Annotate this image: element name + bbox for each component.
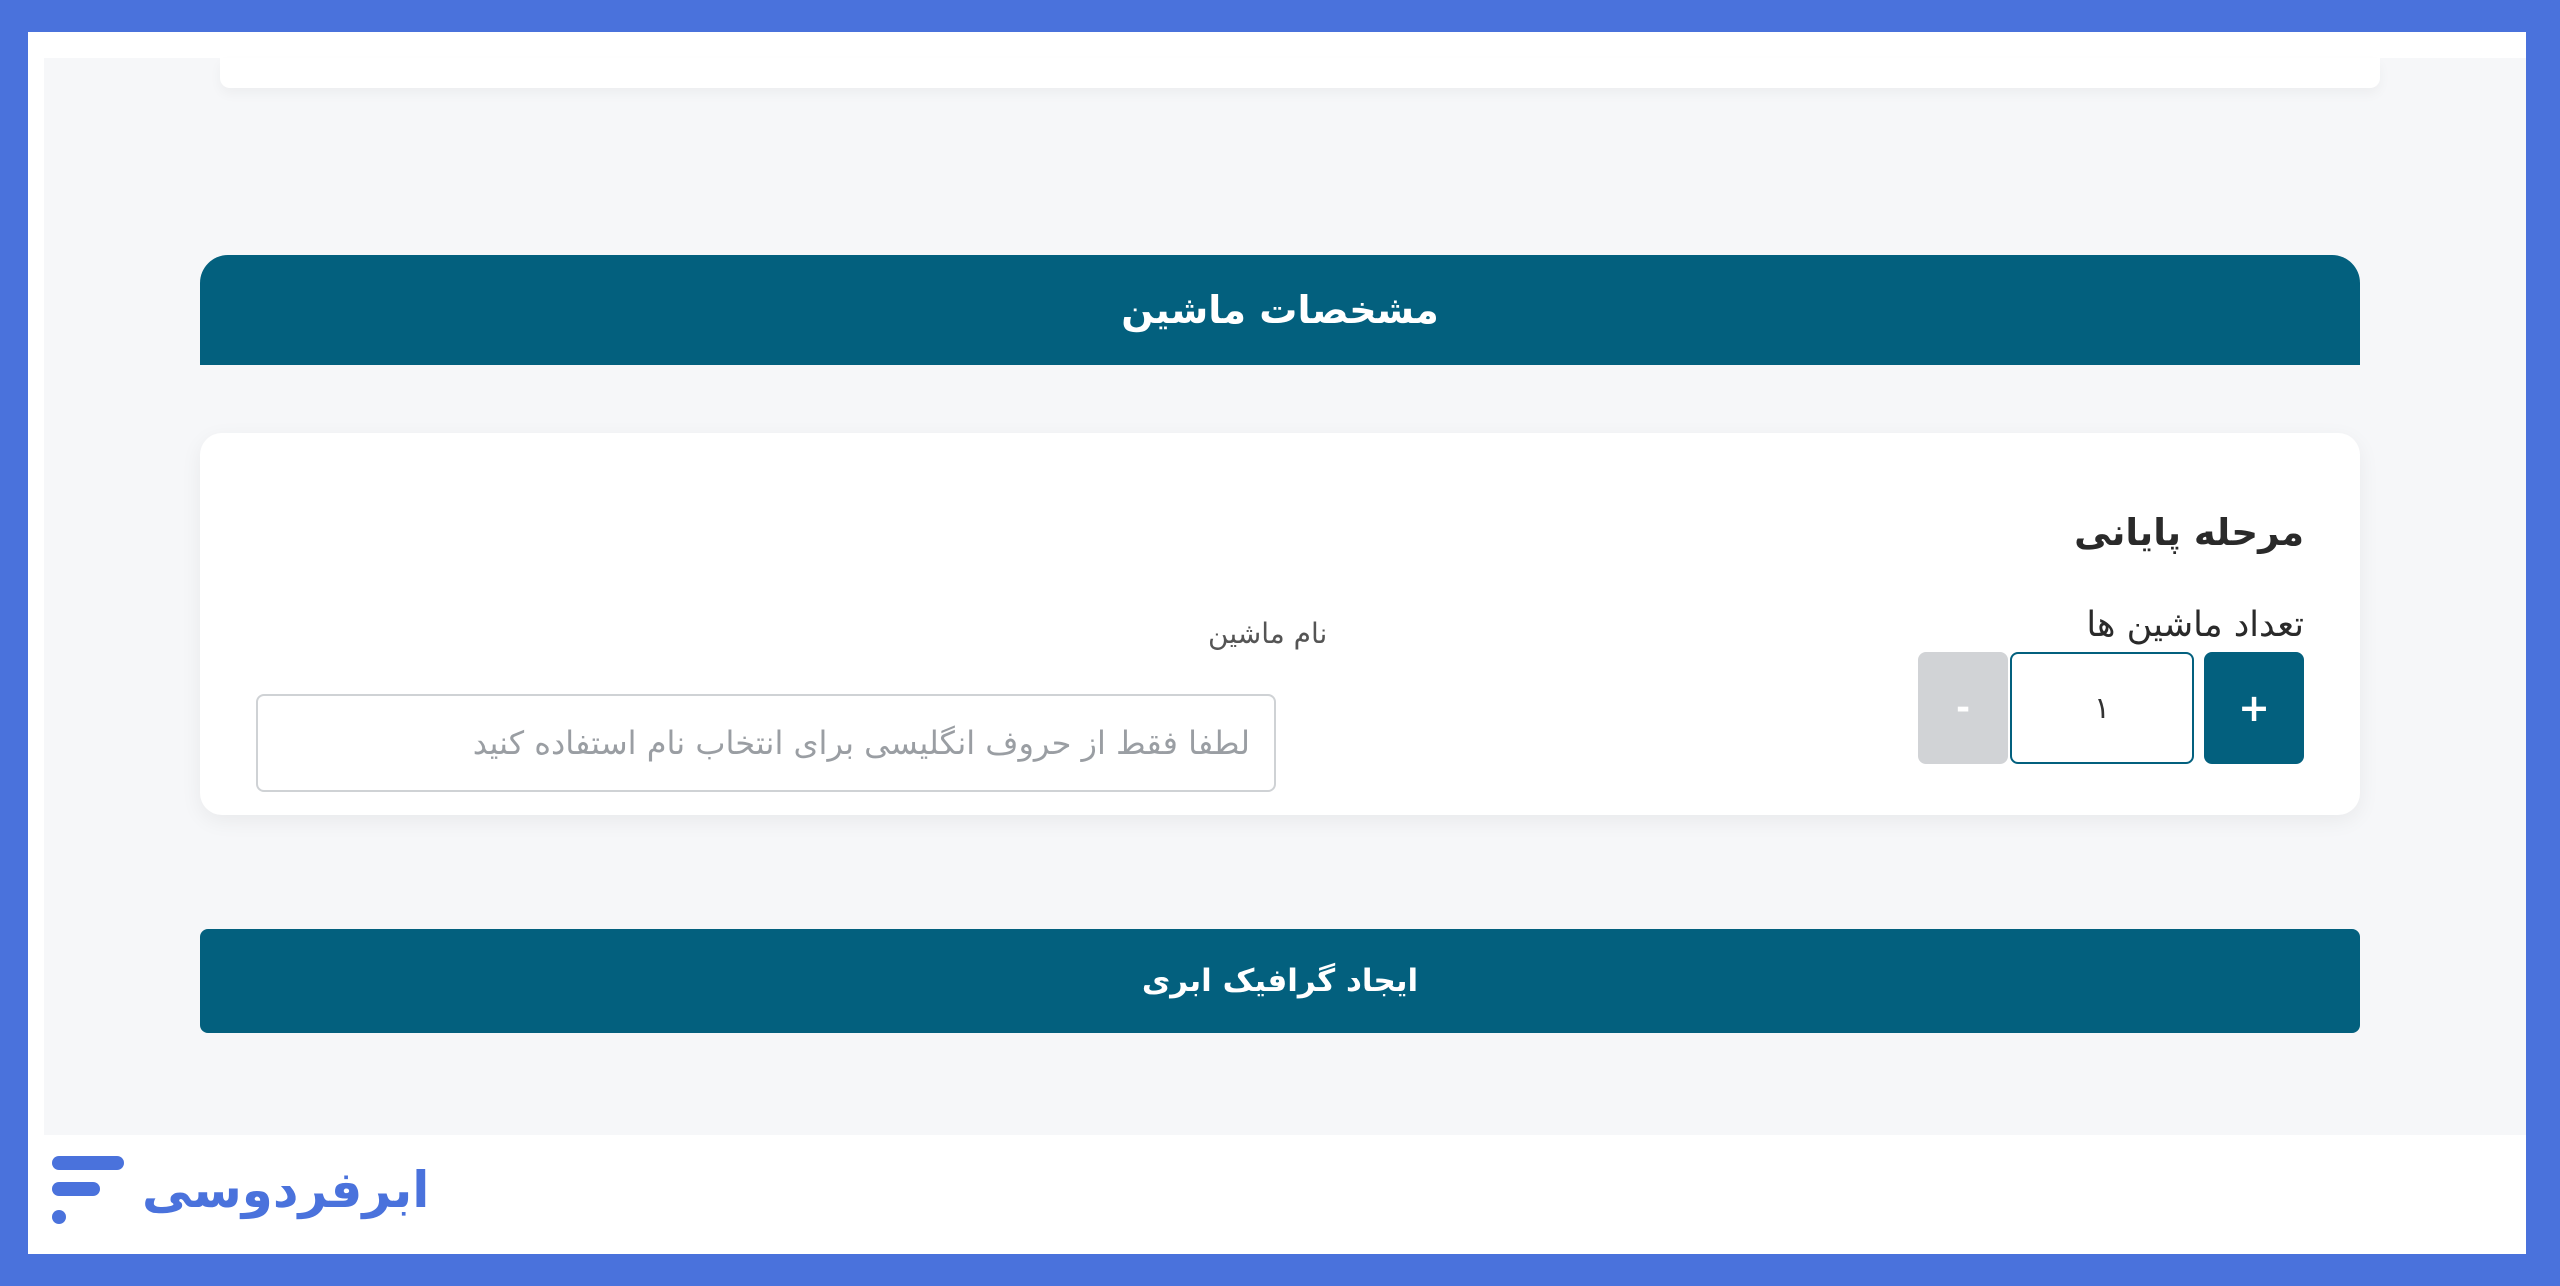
machine-count-label: تعداد ماشین ها	[2086, 605, 2304, 645]
machine-name-input[interactable]	[256, 694, 1276, 792]
section-title: مشخصات ماشین	[1121, 288, 1439, 332]
create-cloud-graphic-button[interactable]: ایجاد گرافیک ابری	[200, 929, 2360, 1033]
inner-panel: مشخصات ماشین مرحله پایانی تعداد ماشین ها…	[28, 32, 2526, 1254]
increment-button[interactable]: +	[2204, 652, 2304, 764]
logo-icon	[50, 1150, 128, 1230]
step-title: مرحله پایانی	[2074, 511, 2304, 554]
form-card: مرحله پایانی تعداد ماشین ها + - نام ماشی…	[200, 433, 2360, 815]
top-card-edge	[220, 58, 2380, 88]
create-button-label: ایجاد گرافیک ابری	[1141, 963, 1419, 999]
page-frame: مشخصات ماشین مرحله پایانی تعداد ماشین ها…	[0, 0, 2560, 1286]
decrement-button[interactable]: -	[1918, 652, 2008, 764]
brand-logo: ابرفردوسی	[50, 1145, 429, 1235]
main-content: مشخصات ماشین مرحله پایانی تعداد ماشین ها…	[44, 58, 2526, 1135]
machine-count-input[interactable]	[2010, 652, 2194, 764]
machine-name-label: نام ماشین	[1208, 617, 1328, 650]
section-header: مشخصات ماشین	[200, 255, 2360, 365]
brand-name: ابرفردوسی	[142, 1161, 430, 1219]
